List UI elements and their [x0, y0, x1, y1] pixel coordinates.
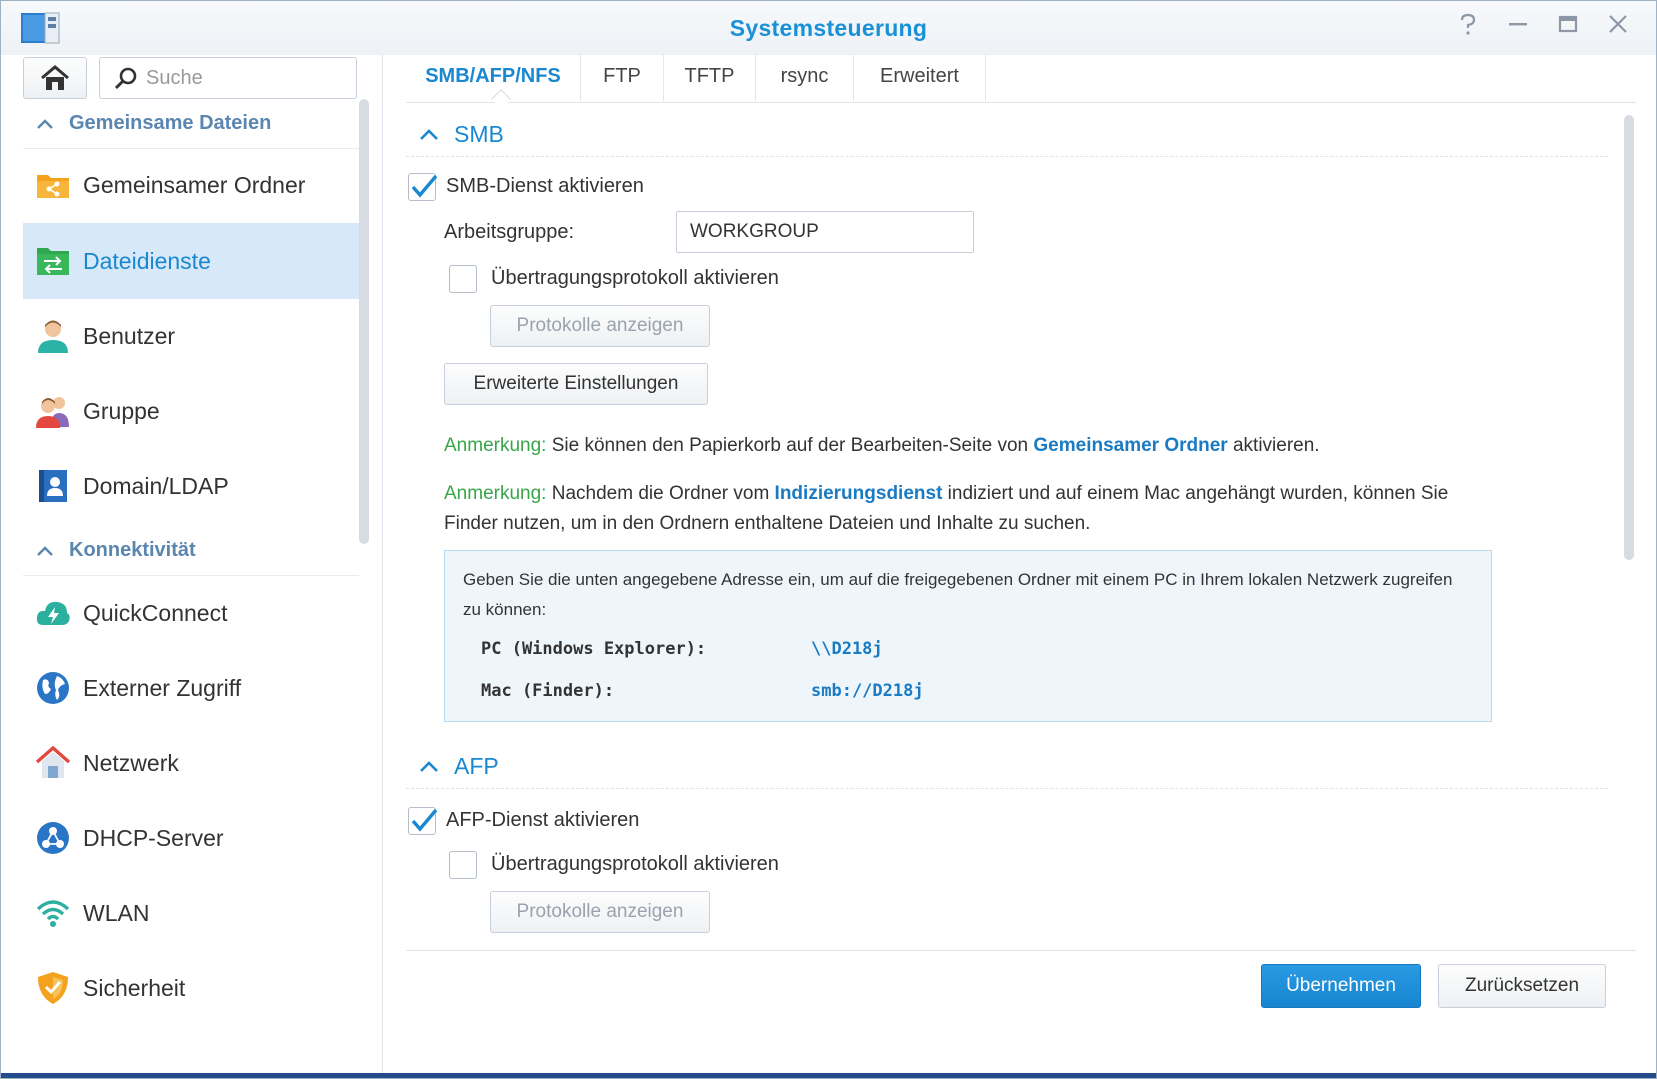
sidebar-item-label: Netzwerk [83, 749, 179, 776]
tab-rsync[interactable]: rsync [756, 55, 854, 101]
sidebar-section-label: Gemeinsame Dateien [69, 112, 272, 134]
home-button[interactable] [23, 57, 87, 99]
afp-section-title: AFP [454, 753, 499, 779]
window-title: Systemsteuerung [729, 15, 928, 41]
sidebar-item-quickconnect[interactable]: QuickConnect [23, 575, 359, 651]
advanced-settings-button[interactable]: Erweiterte Einstellungen [444, 363, 708, 405]
sidebar-item-dhcp-server[interactable]: DHCP-Server [23, 800, 359, 876]
network-house-icon [35, 745, 71, 778]
smb-enable-checkbox[interactable] [408, 173, 438, 201]
indexing-service-link[interactable]: Indizierungsdienst [775, 483, 943, 504]
sidebar: Gemeinsame Dateien Gemeinsamer Ordner Da… [1, 55, 383, 1075]
smb-log-label: Übertragungsprotokoll aktivieren [491, 267, 779, 289]
recycle-bin-note: Anmerkung: Sie können den Papierkorb auf… [444, 435, 1320, 456]
pc-address-label: PC (Windows Explorer): [481, 639, 707, 659]
smb-enable-label: SMB-Dienst aktivieren [446, 175, 644, 197]
search-box[interactable] [99, 57, 357, 99]
smb-address-info-box: Geben Sie die unten angegebene Adresse e… [444, 550, 1492, 722]
tab-tftp[interactable]: TFTP [664, 55, 756, 101]
smb-section-header[interactable]: SMB [406, 113, 1608, 157]
chevron-up-icon [37, 118, 53, 129]
sidebar-item-wlan[interactable]: WLAN [23, 875, 359, 951]
tab-ftp[interactable]: FTP [581, 55, 664, 101]
home-icon [41, 65, 69, 90]
sidebar-section-shared-files[interactable]: Gemeinsame Dateien [23, 99, 359, 149]
main-panel: SMB/AFP/NFS FTP TFTP rsync Erweitert SMB… [384, 55, 1656, 1075]
sidebar-item-external-access[interactable]: Externer Zugriff [23, 650, 359, 726]
sidebar-item-label: QuickConnect [83, 599, 228, 626]
smb-show-logs-button[interactable]: Protokolle anzeigen [490, 305, 710, 347]
user-icon [38, 320, 68, 353]
sidebar-item-security[interactable]: Sicherheit [23, 950, 359, 1026]
afp-enable-checkbox[interactable] [408, 807, 438, 835]
search-icon [114, 67, 137, 90]
sidebar-item-label: Dateidienste [83, 247, 211, 274]
indexing-note: Anmerkung: Nachdem die Ordner vom Indizi… [444, 483, 1449, 534]
note-tag: Anmerkung: [444, 483, 547, 504]
tab-smb-afp-nfs[interactable]: SMB/AFP/NFS [406, 55, 581, 101]
domain-ldap-icon [39, 470, 67, 502]
footer-divider [406, 950, 1636, 951]
mac-address-value[interactable]: smb://D218j [811, 681, 924, 701]
reset-button[interactable]: Zurücksetzen [1438, 964, 1606, 1008]
sidebar-item-file-services[interactable]: Dateidienste [23, 223, 359, 299]
address-description: Geben Sie die unten angegebene Adresse e… [463, 570, 1453, 619]
sidebar-section-label: Konnektivität [69, 539, 196, 561]
sidebar-item-domain-ldap[interactable]: Domain/LDAP [23, 448, 359, 524]
tab-bar: SMB/AFP/NFS FTP TFTP rsync Erweitert [406, 55, 1636, 109]
content-scrollbar[interactable] [1624, 115, 1634, 560]
file-services-icon [37, 248, 69, 275]
tab-advanced[interactable]: Erweitert [854, 55, 986, 101]
afp-section-header[interactable]: AFP [406, 745, 1608, 789]
sidebar-item-network[interactable]: Netzwerk [23, 725, 359, 801]
control-panel-window: Systemsteuerung Suche Gemeinsame Dateien… [0, 0, 1657, 1079]
sidebar-item-label: Domain/LDAP [83, 472, 229, 499]
dhcp-server-icon [37, 822, 69, 854]
sidebar-scrollbar[interactable] [359, 99, 369, 544]
group-icon [36, 397, 69, 428]
sidebar-item-label: WLAN [83, 899, 150, 926]
mac-address-label: Mac (Finder): [481, 681, 615, 701]
sidebar-item-label: Gemeinsamer Ordner [83, 171, 306, 198]
minimize-icon[interactable] [1503, 13, 1533, 43]
help-icon[interactable] [1453, 13, 1483, 43]
sidebar-section-connectivity[interactable]: Konnektivität [23, 526, 359, 576]
checkmark-icon [411, 174, 438, 198]
wifi-icon [36, 900, 70, 927]
sidebar-item-label: Externer Zugriff [83, 674, 242, 701]
title-bar: Systemsteuerung [1, 1, 1656, 55]
sidebar-item-label: Sicherheit [83, 974, 186, 1001]
afp-enable-label: AFP-Dienst aktivieren [446, 809, 640, 831]
sidebar-item-user[interactable]: Benutzer [23, 298, 359, 374]
quickconnect-icon [36, 601, 70, 625]
afp-log-checkbox[interactable] [449, 851, 477, 879]
afp-log-label: Übertragungsprotokoll aktivieren [491, 853, 779, 875]
pc-address-value[interactable]: \\D218j [811, 639, 883, 659]
chevron-up-icon [420, 760, 438, 772]
smb-section-title: SMB [454, 121, 504, 147]
afp-show-logs-button[interactable]: Protokolle anzeigen [490, 891, 710, 933]
workgroup-label: Arbeitsgruppe: [444, 221, 575, 243]
workgroup-input[interactable] [676, 211, 974, 253]
sidebar-item-label: Benutzer [83, 322, 176, 349]
chevron-up-icon [37, 545, 53, 556]
close-icon[interactable] [1603, 13, 1633, 43]
apply-button[interactable]: Übernehmen [1261, 964, 1421, 1008]
note-tag: Anmerkung: [444, 435, 547, 456]
sidebar-item-label: DHCP-Server [83, 824, 224, 851]
shared-folder-link[interactable]: Gemeinsamer Ordner [1033, 435, 1227, 456]
sidebar-item-shared-folder[interactable]: Gemeinsamer Ordner [23, 147, 359, 223]
globe-icon [37, 672, 69, 704]
smb-log-checkbox[interactable] [449, 265, 477, 293]
shield-icon [38, 972, 68, 1004]
search-input[interactable] [146, 66, 346, 90]
maximize-icon[interactable] [1553, 13, 1583, 43]
shared-folder-icon [37, 175, 69, 198]
checkmark-icon [411, 808, 438, 832]
window-bottom-border [1, 1073, 1656, 1078]
chevron-up-icon [420, 128, 438, 140]
sidebar-item-group[interactable]: Gruppe [23, 373, 359, 449]
sidebar-item-label: Gruppe [83, 397, 160, 424]
